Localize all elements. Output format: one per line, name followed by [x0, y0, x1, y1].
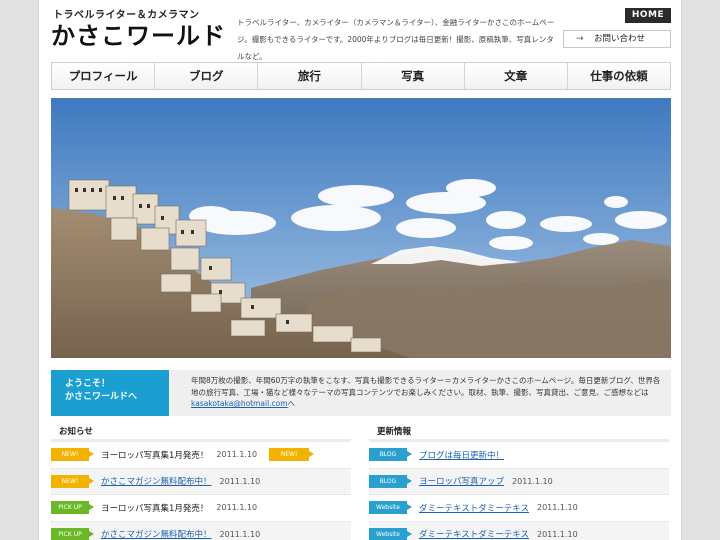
- update-date: 2011.1.10: [537, 503, 578, 513]
- list-item: PICK UP ヨーロッパ写真集1月発売！ 2011.1.10: [51, 495, 351, 522]
- hero-image: [51, 98, 671, 358]
- news-title[interactable]: かさこマガジン無料配布中！: [101, 528, 212, 540]
- email-link[interactable]: kasakotaka@hotmail.com: [191, 399, 288, 408]
- welcome-body: 年間8万枚の撮影、年間60万字の執筆をこなす、写真も撮影できるライター＝カメライ…: [191, 376, 661, 397]
- blog-tag: BLOG: [369, 474, 412, 488]
- mountain-monastery-photo: [51, 98, 671, 358]
- tag-label: Website: [376, 504, 400, 512]
- list-item: BLOG ブログは毎日更新中！: [369, 442, 669, 469]
- main-nav: プロフィール ブログ 旅行 写真 文章 仕事の依頼: [51, 62, 671, 90]
- nav-item-profile[interactable]: プロフィール: [52, 63, 156, 89]
- list-item: Website ダミーテキストダミーテキス 2011.1.10: [369, 521, 669, 540]
- contact-button[interactable]: → お問い合わせ: [563, 30, 671, 48]
- tag-label: BLOG: [379, 477, 397, 485]
- nav-item-travel[interactable]: 旅行: [258, 63, 362, 89]
- page: トラベルライター＆カメラマン かさこワールド トラベルライター、カメライター（カ…: [38, 0, 682, 540]
- new-tag: NEW!: [269, 448, 315, 462]
- list-item: BLOG ヨーロッパ写真アップ 2011.1.10: [369, 468, 669, 495]
- welcome-heading-box: ようこそ！ かさこワールドへ: [51, 370, 169, 416]
- news-date: 2011.1.10: [216, 450, 258, 460]
- home-button[interactable]: HOME: [625, 8, 671, 23]
- tag-label: BLOG: [379, 451, 397, 459]
- list-item: NEW! かさこマガジン無料配布中！ 2011.1.10: [51, 468, 351, 495]
- new-tag: NEW!: [51, 474, 94, 488]
- welcome-text: 年間8万枚の撮影、年間60万字の執筆をこなす、写真も撮影できるライター＝カメライ…: [169, 370, 671, 416]
- nav-item-work-request[interactable]: 仕事の依頼: [568, 63, 670, 89]
- welcome-suffix: へ: [287, 399, 296, 408]
- update-title[interactable]: ヨーロッパ写真アップ: [419, 475, 504, 487]
- news-date: 2011.1.10: [219, 529, 261, 539]
- tag-label: NEW!: [61, 451, 79, 459]
- update-date: 2011.1.10: [512, 476, 553, 486]
- updates-list: BLOG ブログは毎日更新中！ BLOG ヨーロッパ写真アップ 2011.1.1…: [369, 442, 669, 540]
- news-section: お知らせ NEW! ヨーロッパ写真集1月発売！ 2011.1.10 NEW! N…: [51, 424, 351, 540]
- update-title[interactable]: ダミーテキストダミーテキス: [419, 528, 529, 540]
- nav-item-photo[interactable]: 写真: [362, 63, 465, 89]
- tag-label: PICK UP: [58, 504, 82, 512]
- news-list: NEW! ヨーロッパ写真集1月発売！ 2011.1.10 NEW! NEW! か…: [51, 442, 351, 540]
- pickup-tag: PICK UP: [51, 527, 94, 540]
- news-title[interactable]: ヨーロッパ写真集1月発売！: [101, 449, 208, 461]
- news-title[interactable]: かさこマガジン無料配布中！: [101, 475, 212, 487]
- site-description: トラベルライター、カメライター（カメラマン＆ライター）、金融ライターかさこのホー…: [237, 18, 555, 61]
- tag-label: PICK UP: [58, 530, 82, 538]
- welcome-heading-line1: ようこそ！: [65, 379, 111, 389]
- news-title[interactable]: ヨーロッパ写真集1月発売！: [101, 502, 208, 514]
- list-item: Website ダミーテキストダミーテキス 2011.1.10: [369, 495, 669, 522]
- blog-tag: BLOG: [369, 448, 412, 462]
- list-item: NEW! ヨーロッパ写真集1月発売！ 2011.1.10 NEW!: [51, 442, 351, 469]
- updates-section: 更新情報 BLOG ブログは毎日更新中！ BLOG ヨーロッパ写真アップ 201…: [369, 424, 669, 540]
- website-tag: Website: [369, 527, 412, 540]
- news-date: 2011.1.10: [219, 476, 261, 486]
- welcome-heading-line2: かさこワールドへ: [65, 392, 138, 402]
- list-item: PICK UP かさこマガジン無料配布中！ 2011.1.10: [51, 521, 351, 540]
- news-heading: お知らせ: [51, 424, 351, 442]
- news-date: 2011.1.10: [216, 503, 258, 513]
- pickup-tag: PICK UP: [51, 501, 94, 515]
- update-title[interactable]: ブログは毎日更新中！: [419, 449, 504, 461]
- update-title[interactable]: ダミーテキストダミーテキス: [419, 502, 529, 514]
- update-date: 2011.1.10: [537, 529, 578, 539]
- tag-label: NEW!: [61, 477, 79, 485]
- nav-item-blog[interactable]: ブログ: [155, 63, 259, 89]
- arrow-right-icon: →: [576, 34, 584, 44]
- site-logo-title[interactable]: かさこワールド: [51, 16, 226, 51]
- nav-item-writing[interactable]: 文章: [465, 63, 568, 89]
- tag-label: NEW!: [280, 451, 298, 459]
- new-tag: NEW!: [51, 448, 94, 462]
- contact-label: お問い合わせ: [594, 34, 646, 44]
- tag-label: Website: [376, 530, 400, 538]
- updates-heading: 更新情報: [369, 424, 669, 442]
- website-tag: Website: [369, 501, 412, 515]
